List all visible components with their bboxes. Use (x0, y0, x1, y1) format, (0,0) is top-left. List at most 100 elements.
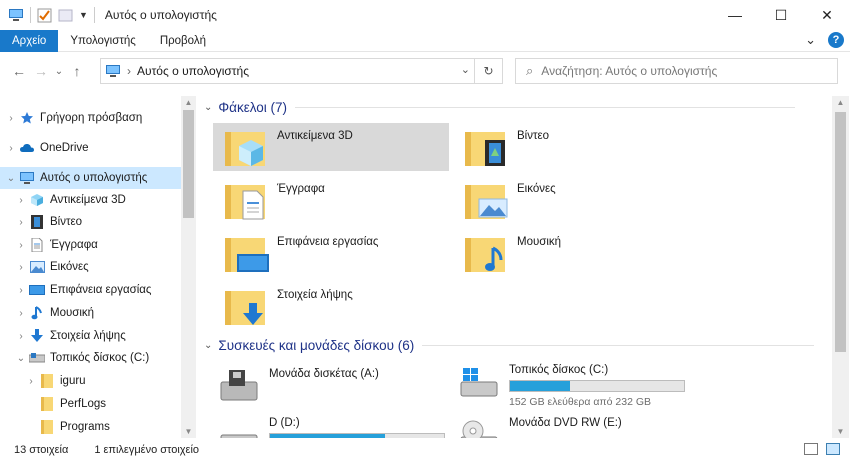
breadcrumb-separator[interactable]: › (127, 64, 131, 78)
chevron-right-icon[interactable]: › (14, 331, 28, 342)
minimize-button[interactable]: — (712, 0, 758, 30)
sidebar-item-label: Αντικείμενα 3D (50, 194, 126, 206)
details-view-icon[interactable] (804, 443, 818, 455)
tab-computer[interactable]: Υπολογιστής (58, 30, 147, 52)
new-folder-icon[interactable] (58, 8, 73, 23)
drive-free-space: 152 GB ελεύθερα από 232 GB (509, 396, 652, 408)
breadcrumb-current[interactable]: Αυτός ο υπολογιστής (137, 64, 249, 78)
item-count: 13 στοιχεία (14, 444, 69, 456)
drive-d[interactable]: D (D:) (213, 411, 449, 438)
search-box[interactable]: ⌕ Αναζήτηση: Αυτός ο υπολογιστής (515, 58, 838, 84)
address-bar[interactable]: › Αυτός ο υπολογιστής ⌄ ↻ (100, 58, 503, 84)
sidebar-item-desktop[interactable]: › Επιφάνεια εργασίας (0, 279, 181, 301)
expand-ribbon-icon[interactable]: ⌄ (805, 32, 816, 48)
search-input[interactable]: Αναζήτηση: Αυτός ο υπολογιστής (541, 64, 717, 78)
drive-icon (28, 350, 46, 366)
drive-label: Μονάδα DVD RW (E:) (509, 417, 622, 429)
chevron-down-icon[interactable]: ⌄ (204, 102, 212, 113)
tiles-view-icon[interactable] (826, 443, 840, 455)
drive-dvd-e[interactable]: Μονάδα DVD RW (E:) (453, 411, 689, 438)
folder-desktop[interactable]: Επιφάνεια εργασίας (213, 229, 449, 277)
recent-locations-button[interactable]: ⌄ (52, 66, 66, 77)
folder-pictures[interactable]: Εικόνες (453, 176, 689, 224)
up-button[interactable]: ↑ (66, 63, 88, 79)
sidebar-scrollbar[interactable]: ▲ ▼ (181, 96, 196, 438)
sidebar-item-label: Μουσική (50, 307, 95, 319)
scrollbar-thumb[interactable] (835, 112, 846, 352)
scroll-down-arrow-icon[interactable]: ▼ (832, 427, 849, 436)
folder-label: Έγγραφα (277, 183, 325, 195)
chevron-down-icon[interactable]: ⌄ (4, 173, 18, 184)
refresh-button[interactable]: ↻ (474, 59, 502, 83)
document-icon (223, 179, 271, 221)
drive-local-disk-c[interactable]: Τοπικός δίσκος (C:) 152 GB ελεύθερα από … (453, 358, 689, 408)
sidebar-item-3d-objects[interactable]: › Αντικείμενα 3D (0, 189, 181, 211)
sidebar-item-documents[interactable]: › Έγγραφα (0, 234, 181, 256)
sidebar-item-this-pc[interactable]: ⌄ Αυτός ο υπολογιστής (0, 167, 181, 189)
folder-downloads[interactable]: Στοιχεία λήψης (213, 282, 449, 330)
content-scrollbar[interactable]: ▲ ▼ (832, 96, 849, 438)
sidebar-item-perflogs[interactable]: PerfLogs (0, 393, 181, 415)
navigation-pane: › Γρήγορη πρόσβαση › OneDrive ⌄ Αυτός ο … (0, 96, 196, 438)
folders-group-header[interactable]: ⌄ Φάκελοι (7) (204, 100, 796, 115)
scroll-up-arrow-icon[interactable]: ▲ (832, 98, 849, 107)
sidebar-item-downloads[interactable]: › Στοιχεία λήψης (0, 325, 181, 347)
drive-usage-bar (509, 380, 685, 392)
chevron-right-icon[interactable]: › (4, 143, 18, 154)
folder-documents[interactable]: Έγγραφα (213, 176, 449, 224)
cube-3d-icon (28, 192, 46, 208)
chevron-right-icon[interactable]: › (24, 376, 38, 387)
music-icon (463, 232, 511, 274)
sidebar-item-iguru[interactable]: › iguru (0, 370, 181, 392)
chevron-right-icon[interactable]: › (14, 240, 28, 251)
back-button[interactable]: ← (8, 63, 30, 79)
folder-3d-objects[interactable]: Αντικείμενα 3D (213, 123, 449, 171)
ribbon-tabs: Αρχείο Υπολογιστής Προβολή ⌄ ? (0, 29, 850, 52)
customize-toolbar-icon[interactable]: ▼ (79, 10, 88, 20)
chevron-down-icon[interactable]: ⌄ (204, 340, 212, 351)
chevron-right-icon[interactable]: › (14, 308, 28, 319)
maximize-button[interactable]: ☐ (758, 0, 804, 30)
group-title: Συσκευές και μονάδες δίσκου (6) (218, 338, 415, 353)
cube-3d-icon (223, 126, 271, 168)
sidebar-item-label: Programs (60, 421, 110, 433)
sidebar-item-music[interactable]: › Μουσική (0, 302, 181, 324)
chevron-right-icon[interactable]: › (14, 217, 28, 228)
folder-label: Εικόνες (517, 183, 556, 195)
sidebar-item-pictures[interactable]: › Εικόνες (0, 256, 181, 278)
tab-file[interactable]: Αρχείο (0, 29, 59, 52)
chevron-right-icon[interactable]: › (14, 285, 28, 296)
forward-button[interactable]: → (30, 63, 52, 79)
scrollbar-thumb[interactable] (183, 110, 194, 218)
sidebar-item-label: Γρήγορη πρόσβαση (40, 112, 143, 124)
drive-floppy-a[interactable]: Μονάδα δισκέτας (A:) (213, 362, 449, 408)
tab-view[interactable]: Προβολή (148, 30, 218, 52)
sidebar-item-local-disk-c[interactable]: ⌄ Τοπικός δίσκος (C:) (0, 347, 181, 369)
scroll-up-arrow-icon[interactable]: ▲ (181, 98, 196, 107)
chevron-down-icon[interactable]: ⌄ (14, 353, 28, 364)
status-bar: 13 στοιχεία 1 επιλεγμένο στοιχείο (0, 438, 850, 462)
content-pane: ⌄ Φάκελοι (7) Αντικείμενα 3D Βίντεο Έγγρ… (200, 96, 832, 438)
sidebar-item-programs[interactable]: Programs (0, 416, 181, 438)
folder-videos[interactable]: Βίντεο (453, 123, 689, 171)
sidebar-item-label: Στοιχεία λήψης (50, 330, 126, 342)
desktop-icon (28, 282, 46, 298)
sidebar-item-quick-access[interactable]: › Γρήγορη πρόσβαση (0, 107, 181, 129)
view-switcher (804, 443, 840, 455)
chevron-right-icon[interactable]: › (14, 262, 28, 273)
properties-icon[interactable] (37, 8, 52, 23)
download-icon (223, 285, 271, 327)
drive-icon (217, 417, 261, 438)
search-icon: ⌕ (526, 63, 534, 78)
folder-music[interactable]: Μουσική (453, 229, 689, 277)
chevron-right-icon[interactable]: › (4, 113, 18, 124)
close-button[interactable]: ✕ (804, 0, 850, 30)
computer-icon (9, 9, 23, 21)
sidebar-item-videos[interactable]: › Βίντεο (0, 211, 181, 233)
help-icon[interactable]: ? (828, 32, 844, 48)
address-dropdown-icon[interactable]: ⌄ (461, 63, 470, 76)
drives-group-header[interactable]: ⌄ Συσκευές και μονάδες δίσκου (6) (204, 338, 815, 353)
sidebar-item-onedrive[interactable]: › OneDrive (0, 137, 181, 159)
scroll-down-arrow-icon[interactable]: ▼ (181, 427, 196, 436)
chevron-right-icon[interactable]: › (14, 195, 28, 206)
